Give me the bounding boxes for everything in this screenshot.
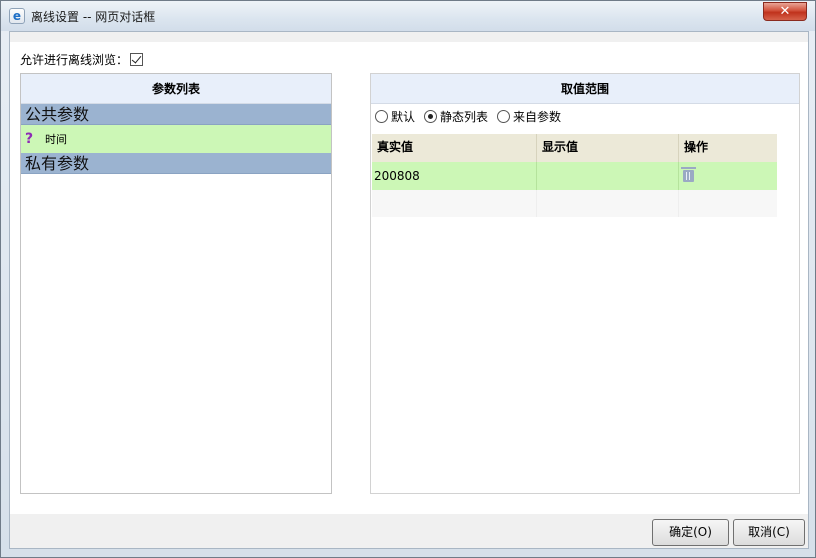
group-private-params[interactable]: 私有参数 xyxy=(21,153,331,174)
cell-action xyxy=(679,162,777,190)
content-area: 允许进行离线浏览： 参数列表 公共参数 ? 时间 私有参数 取值范围 默认 静态… xyxy=(10,42,808,514)
cancel-button[interactable]: 取消(C) xyxy=(733,519,805,546)
radio-static-list[interactable]: 静态列表 xyxy=(424,108,488,125)
cell-real-value[interactable]: 200808 xyxy=(372,162,537,190)
column-header-action: 操作 xyxy=(684,140,709,154)
grid-header-row: 真实值 显示值 操作 xyxy=(372,134,777,162)
column-header-real-value: 真实值 xyxy=(372,134,537,162)
radio-default-label: 默认 xyxy=(391,109,416,124)
param-list-panel: 参数列表 公共参数 ? 时间 私有参数 xyxy=(20,73,332,494)
allow-offline-label: 允许进行离线浏览： xyxy=(20,52,129,67)
cell-display-value[interactable] xyxy=(537,162,679,190)
check-icon xyxy=(131,52,142,64)
radio-static-list-label: 静态列表 xyxy=(440,109,489,124)
close-button[interactable]: ✕ xyxy=(763,2,807,21)
dialog-body: 允许进行离线浏览： 参数列表 公共参数 ? 时间 私有参数 取值范围 默认 静态… xyxy=(9,31,809,549)
radio-default-button[interactable] xyxy=(375,109,388,123)
cell-empty xyxy=(679,190,777,217)
cell-empty[interactable] xyxy=(537,190,679,217)
value-range-header: 取值范围 xyxy=(371,74,799,104)
trash-icon[interactable] xyxy=(681,167,696,182)
value-source-radio-group: 默认 静态列表 来自参数 xyxy=(375,108,567,124)
group-public-params[interactable]: 公共参数 xyxy=(21,104,331,125)
title-bar: e 离线设置 -- 网页对话框 ✕ xyxy=(1,1,815,31)
radio-default[interactable]: 默认 xyxy=(375,108,415,125)
value-range-panel: 取值范围 默认 静态列表 来自参数 真实值 显示值 操作 200808 xyxy=(370,73,800,494)
dialog-window: e 离线设置 -- 网页对话框 ✕ 允许进行离线浏览： 参数列表 公共参数 ? … xyxy=(0,0,816,558)
question-icon: ? xyxy=(25,131,34,147)
ie-page-icon: e xyxy=(9,8,25,24)
radio-from-param-button[interactable] xyxy=(497,109,511,123)
param-item-time[interactable]: ? 时间 xyxy=(21,125,331,153)
window-title: 离线设置 -- 网页对话框 xyxy=(31,10,156,24)
radio-from-param[interactable]: 来自参数 xyxy=(497,108,561,125)
param-list-header: 参数列表 xyxy=(21,74,331,104)
ok-button[interactable]: 确定(O) xyxy=(652,519,729,546)
value-grid: 真实值 显示值 操作 200808 xyxy=(372,134,777,217)
table-row-empty[interactable] xyxy=(372,190,777,217)
param-item-label: 时间 xyxy=(45,133,67,146)
radio-from-param-label: 来自参数 xyxy=(513,109,562,124)
radio-static-list-button[interactable] xyxy=(424,109,438,123)
table-row[interactable]: 200808 xyxy=(372,162,777,190)
cell-empty[interactable] xyxy=(372,190,537,217)
allow-offline-checkbox[interactable] xyxy=(130,52,144,66)
allow-offline-row: 允许进行离线浏览： xyxy=(20,51,144,67)
column-header-display-value: 显示值 xyxy=(537,134,679,162)
